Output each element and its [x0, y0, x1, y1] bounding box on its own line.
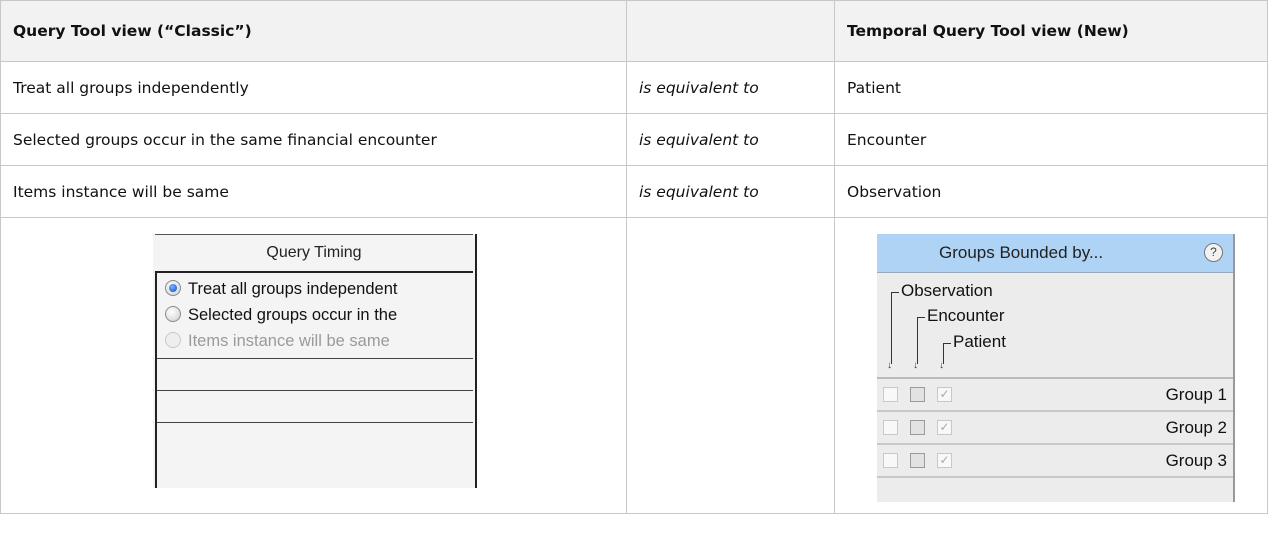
radio-label: Treat all groups independent: [188, 280, 398, 298]
query-timing-title: Query Timing: [155, 234, 473, 273]
header-relation: [626, 0, 835, 62]
radio-label: Selected groups occur in the: [188, 306, 398, 324]
arrow-down-icon: ↓: [939, 360, 944, 371]
table-row: Items instance will be same is equivalen…: [0, 165, 1268, 218]
groups-bounded-title: Groups Bounded by...: [939, 243, 1104, 262]
groups-bounded-header: Groups Bounded by... ?: [877, 234, 1233, 273]
arrow-down-icon: ↓: [887, 360, 892, 371]
checkbox[interactable]: [883, 387, 898, 402]
table-row: Treat all groups independently is equiva…: [0, 61, 1268, 114]
header-temporal: Temporal Query Tool view (New): [834, 0, 1268, 62]
checkmark-icon[interactable]: ✓: [937, 453, 952, 468]
group-label: Group 1: [1165, 385, 1227, 404]
bounding-tree: ↓ Observation ↓ Encounter ↓ Patient: [877, 273, 1233, 379]
table-row: Selected groups occur in the same financ…: [0, 113, 1268, 166]
tree-label-encounter: Encounter: [927, 306, 1005, 325]
screenshot-row: Query Timing Treat all groups independen…: [0, 217, 1268, 514]
checkbox[interactable]: [883, 453, 898, 468]
classic-screenshot-cell: Query Timing Treat all groups independen…: [0, 217, 627, 514]
radio-disabled-icon: [165, 332, 181, 348]
temporal-cell: Encounter: [834, 113, 1268, 166]
temporal-screenshot-cell: Groups Bounded by... ? ↓ Observation ↓ E…: [834, 217, 1268, 514]
help-icon[interactable]: ?: [1204, 243, 1223, 262]
header-classic: Query Tool view (“Classic”): [0, 0, 627, 62]
checkmark-icon[interactable]: ✓: [937, 387, 952, 402]
group-label: Group 3: [1165, 451, 1227, 470]
comparison-table: Query Tool view (“Classic”) Temporal Que…: [0, 0, 1268, 514]
checkbox[interactable]: [883, 420, 898, 435]
tree-label-patient: Patient: [953, 332, 1006, 351]
classic-cell: Items instance will be same: [0, 165, 627, 218]
arrow-down-icon: ↓: [913, 360, 918, 371]
empty-cell: [626, 217, 835, 514]
radio-option-same-encounter[interactable]: Selected groups occur in the: [165, 302, 471, 328]
header-row: Query Tool view (“Classic”) Temporal Que…: [0, 0, 1268, 62]
checkmark-icon[interactable]: ✓: [937, 420, 952, 435]
radio-option-same-instance: Items instance will be same: [165, 328, 471, 354]
group-row: ✓ Group 2: [877, 412, 1233, 445]
group-row: ✓ Group 3: [877, 445, 1233, 478]
groups-bounded-panel: Groups Bounded by... ? ↓ Observation ↓ E…: [877, 234, 1235, 502]
query-timing-panel: Query Timing Treat all groups independen…: [153, 234, 477, 488]
radio-icon[interactable]: [165, 306, 181, 322]
tree-label-observation: Observation: [901, 281, 993, 300]
radio-selected-icon[interactable]: [165, 280, 181, 296]
radio-option-treat-independently[interactable]: Treat all groups independent: [165, 276, 471, 302]
group-row: ✓ Group 1: [877, 379, 1233, 412]
checkbox[interactable]: [910, 387, 925, 402]
temporal-cell: Observation: [834, 165, 1268, 218]
temporal-cell: Patient: [834, 61, 1268, 114]
row-divider: [157, 390, 473, 391]
relation-cell: is equivalent to: [626, 165, 835, 218]
classic-cell: Selected groups occur in the same financ…: [0, 113, 627, 166]
row-divider: [157, 422, 473, 423]
classic-cell: Treat all groups independently: [0, 61, 627, 114]
checkbox[interactable]: [910, 420, 925, 435]
checkbox[interactable]: [910, 453, 925, 468]
row-divider: [157, 358, 473, 359]
radio-label: Items instance will be same: [188, 332, 390, 350]
relation-cell: is equivalent to: [626, 113, 835, 166]
relation-cell: is equivalent to: [626, 61, 835, 114]
group-label: Group 2: [1165, 418, 1227, 437]
